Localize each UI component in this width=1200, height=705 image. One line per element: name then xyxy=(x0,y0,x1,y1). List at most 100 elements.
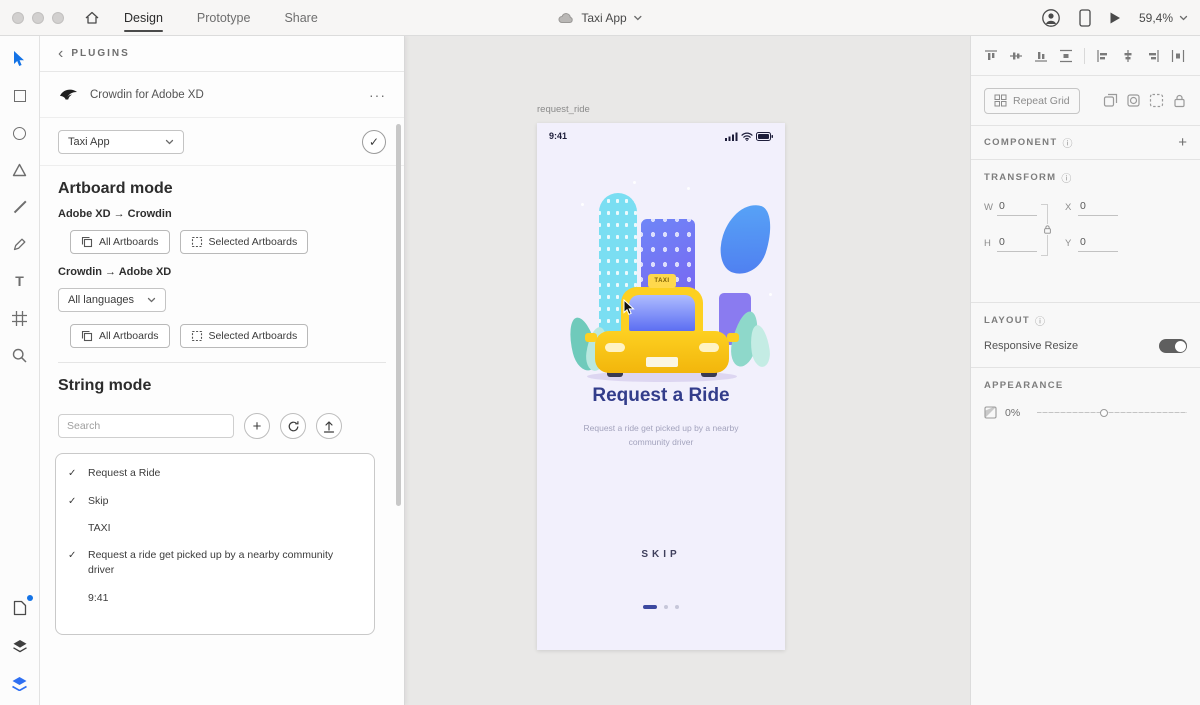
panel-scrollbar[interactable] xyxy=(396,124,401,506)
add-string-button[interactable]: + xyxy=(244,413,270,439)
document-title-control[interactable]: Taxi App xyxy=(557,0,642,36)
select-tool[interactable] xyxy=(9,48,31,70)
chevron-down-icon xyxy=(165,139,174,144)
all-artboards-upload-button[interactable]: All Artboards xyxy=(70,230,170,254)
opacity-slider[interactable] xyxy=(1037,407,1187,419)
language-select[interactable]: All languages xyxy=(58,288,166,312)
skip-button[interactable]: SKIP xyxy=(537,549,785,560)
align-bottom-button[interactable] xyxy=(1034,49,1048,63)
selected-artboards-download-button[interactable]: Selected Artboards xyxy=(179,324,309,348)
layers-panel-button[interactable] xyxy=(9,635,31,657)
transform-title: TRANSFORM xyxy=(984,171,1057,183)
layout-title: LAYOUT xyxy=(984,314,1030,326)
distribute-vertical-button[interactable] xyxy=(1059,49,1073,63)
width-field[interactable]: 0 xyxy=(997,200,1037,216)
zoom-tool[interactable] xyxy=(9,344,31,366)
string-row[interactable]: ✓ Skip xyxy=(56,488,374,516)
device-preview-icon[interactable] xyxy=(1079,9,1091,27)
upload-icon xyxy=(323,420,335,433)
align-left-button[interactable] xyxy=(1096,49,1110,63)
plugins-doc-icon xyxy=(13,600,26,616)
rectangle-tool[interactable] xyxy=(9,85,31,107)
mode-tabs: Design Prototype Share xyxy=(124,0,318,36)
project-select-row: Taxi App ✓ xyxy=(40,118,404,166)
magnifier-icon xyxy=(12,348,27,363)
add-component-button[interactable]: + xyxy=(1178,134,1187,151)
screen-title: Request a Ride xyxy=(592,385,730,406)
window-maximize-button[interactable] xyxy=(52,11,64,24)
play-preview-icon[interactable] xyxy=(1109,11,1121,25)
plugins-panel-button[interactable] xyxy=(9,595,33,619)
tool-rail-bottom xyxy=(9,595,33,695)
polygon-tool[interactable] xyxy=(9,159,31,181)
component-title: COMPONENT xyxy=(984,137,1058,148)
window-minimize-button[interactable] xyxy=(32,11,44,24)
string-list: ✓ Request a Ride ✓ Skip TAXI ✓ Request a… xyxy=(55,453,375,635)
group-button[interactable] xyxy=(1149,93,1164,108)
pen-tool[interactable] xyxy=(9,233,31,255)
string-text: TAXI xyxy=(88,522,111,534)
line-tool[interactable] xyxy=(9,196,31,218)
tab-share[interactable]: Share xyxy=(284,0,317,36)
string-row[interactable]: ✓ Request a ride get picked up by a near… xyxy=(56,542,374,584)
plugins-breadcrumb[interactable]: PLUGINS xyxy=(71,48,129,59)
validate-button[interactable]: ✓ xyxy=(362,129,386,154)
line-icon xyxy=(13,200,26,214)
section-divider xyxy=(58,362,386,363)
selection-icon xyxy=(191,236,202,248)
ellipse-tool[interactable] xyxy=(9,122,31,144)
ellipse-icon xyxy=(13,126,26,140)
y-field[interactable]: 0 xyxy=(1078,236,1118,252)
string-row[interactable]: TAXI xyxy=(56,515,374,542)
info-icon[interactable]: ⓘ xyxy=(1062,135,1072,150)
string-toolbar: + xyxy=(40,409,404,449)
slider-knob[interactable] xyxy=(1100,408,1108,417)
upload-strings-button[interactable] xyxy=(316,413,342,439)
crowdin-plugin-panel: ‹ PLUGINS Crowdin for Adobe XD ··· Taxi … xyxy=(40,36,405,705)
repeat-grid-button[interactable]: Repeat Grid xyxy=(984,87,1080,114)
info-icon[interactable]: ⓘ xyxy=(1035,313,1045,328)
mask-button[interactable] xyxy=(1126,93,1141,108)
zoom-control[interactable]: 59,4% xyxy=(1139,11,1188,25)
height-field[interactable]: 0 xyxy=(997,236,1037,252)
add-state-button[interactable] xyxy=(1103,93,1118,108)
window-close-button[interactable] xyxy=(12,11,24,24)
taxi-mirror xyxy=(727,333,739,342)
string-row[interactable]: 9:41 xyxy=(56,585,374,612)
align-hcenter-button[interactable] xyxy=(1121,49,1135,63)
distribute-horizontal-button[interactable] xyxy=(1171,49,1185,63)
copy-icon xyxy=(81,330,93,342)
align-top-button[interactable] xyxy=(984,49,998,63)
responsive-resize-toggle[interactable] xyxy=(1159,339,1187,353)
string-row[interactable]: ✓ Request a Ride xyxy=(56,460,374,488)
text-tool[interactable]: T xyxy=(9,270,31,292)
info-icon[interactable]: ⓘ xyxy=(1061,170,1071,185)
artboard-name-label[interactable]: request_ride xyxy=(537,104,590,115)
refresh-strings-button[interactable] xyxy=(280,413,306,439)
artboard-mode-title: Artboard mode xyxy=(58,180,173,197)
lock-object-button[interactable] xyxy=(1172,93,1187,108)
align-vcenter-button[interactable] xyxy=(1009,49,1023,63)
design-canvas[interactable]: request_ride 9:41 TAXI Request a Ride Re… xyxy=(405,36,970,705)
all-artboards-download-button[interactable]: All Artboards xyxy=(70,324,170,348)
repeat-grid-icon xyxy=(994,94,1007,107)
tab-prototype[interactable]: Prototype xyxy=(197,0,251,36)
artboard-request-ride[interactable]: 9:41 TAXI Request a Ride Request a ride … xyxy=(537,123,785,650)
back-chevron-icon[interactable]: ‹ xyxy=(58,45,63,62)
x-field[interactable]: 0 xyxy=(1078,200,1118,216)
aspect-lock-icon[interactable] xyxy=(1043,224,1052,235)
artboard-tool[interactable] xyxy=(9,307,31,329)
home-button[interactable] xyxy=(78,4,106,32)
phone-statusbar: 9:41 xyxy=(537,129,785,143)
align-right-button[interactable] xyxy=(1146,49,1160,63)
adobe-xd-window: Design Prototype Share Taxi App 59,4% T … xyxy=(0,0,1200,705)
selected-artboards-upload-button[interactable]: Selected Artboards xyxy=(179,230,309,254)
taxi-sign: TAXI xyxy=(648,274,676,288)
tab-design[interactable]: Design xyxy=(124,0,163,36)
project-select[interactable]: Taxi App xyxy=(58,129,184,154)
account-avatar[interactable] xyxy=(1041,8,1061,28)
overflow-menu-icon[interactable]: ··· xyxy=(369,87,386,103)
search-input[interactable] xyxy=(58,414,234,438)
y-label: Y xyxy=(1065,238,1072,249)
plugins-manager-button[interactable] xyxy=(9,673,31,695)
